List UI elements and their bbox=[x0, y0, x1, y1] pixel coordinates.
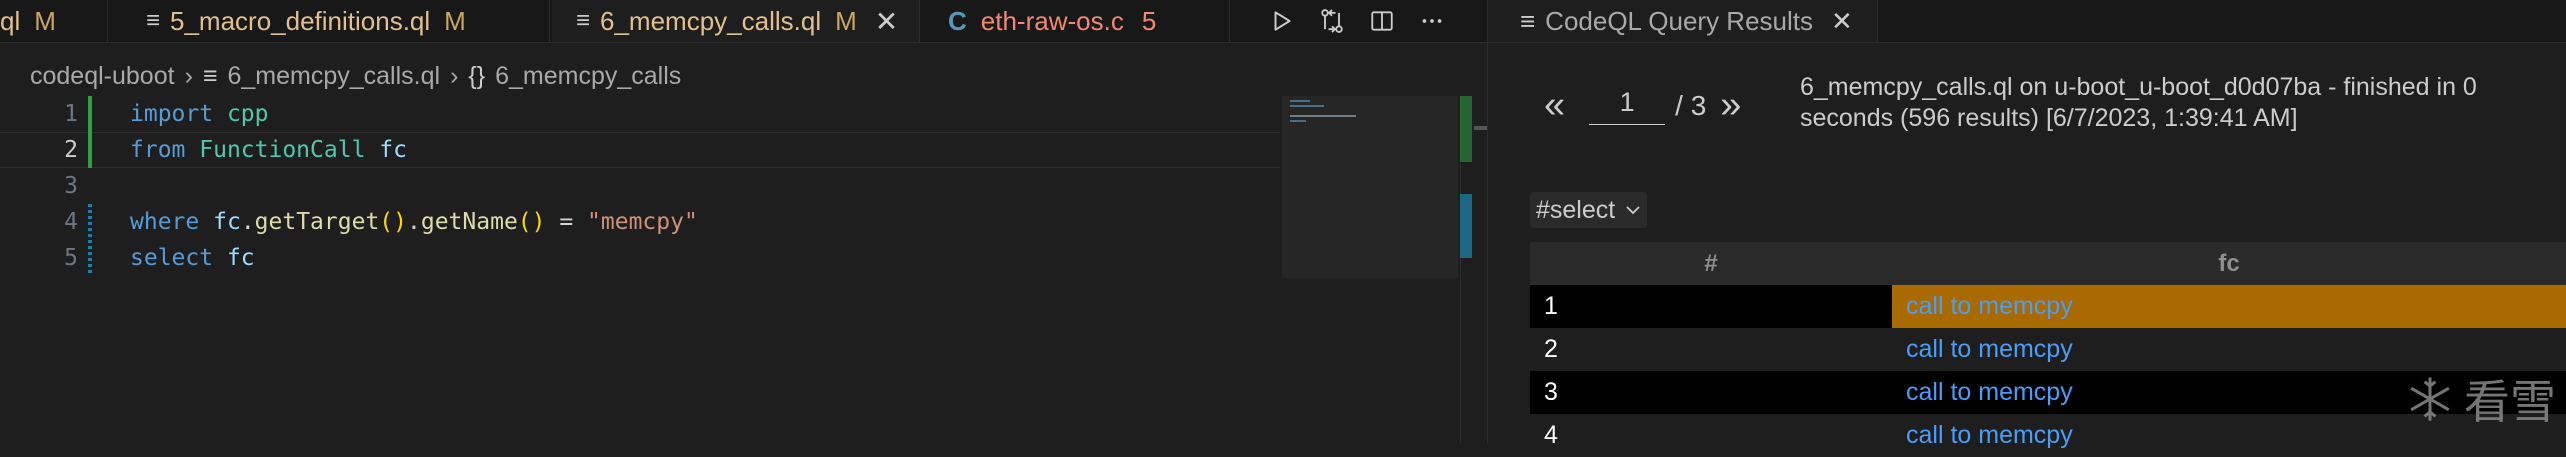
line-number: 5 bbox=[64, 245, 78, 271]
problems-count: 5 bbox=[1141, 5, 1157, 36]
file-lines-icon: ≡ bbox=[1520, 5, 1536, 36]
result-set-value: #select bbox=[1536, 195, 1616, 224]
result-link[interactable]: call to memcpy bbox=[1892, 285, 2566, 328]
tab-label: 5_macro_definitions.ql bbox=[170, 5, 431, 36]
breadcrumb: codeql-uboot › ≡ 6_memcpy_calls.ql › {} … bbox=[30, 58, 681, 94]
keyword: where bbox=[130, 209, 200, 235]
tab-label: 6_memcpy_calls.ql bbox=[600, 5, 822, 36]
results-tab-bar: ≡ CodeQL Query Results ✕ bbox=[1488, 0, 2566, 43]
modified-indicator: M bbox=[444, 5, 466, 36]
variable: fc bbox=[379, 137, 407, 163]
close-tab-icon[interactable]: ✕ bbox=[1831, 6, 1853, 37]
tab-previous-ql[interactable]: ql M bbox=[0, 0, 108, 42]
compare-changes-button[interactable] bbox=[1312, 0, 1352, 42]
close-tab-icon[interactable]: ✕ bbox=[875, 5, 898, 38]
tab-codeql-query-results[interactable]: ≡ CodeQL Query Results ✕ bbox=[1488, 0, 1878, 42]
chevron-down-icon bbox=[1625, 199, 1641, 222]
ellipsis-icon bbox=[1422, 19, 1442, 23]
next-page-button[interactable]: » bbox=[1720, 84, 1741, 127]
method-name: getTarget bbox=[254, 209, 380, 235]
keyword: import bbox=[130, 101, 214, 127]
string-literal: "memcpy" bbox=[587, 209, 698, 235]
snowflake-icon bbox=[2410, 377, 2450, 421]
tab-macro-definitions[interactable]: ≡ 5_macro_definitions.ql M bbox=[110, 0, 550, 42]
result-set-select[interactable]: #select bbox=[1530, 192, 1648, 228]
added-line-gutter bbox=[88, 96, 92, 132]
row-index: 4 bbox=[1544, 421, 1558, 449]
minimap-line bbox=[1290, 115, 1356, 117]
code-line-2[interactable]: 2 from FunctionCall fc bbox=[0, 132, 1280, 168]
more-actions-button[interactable] bbox=[1412, 0, 1452, 42]
code-line-4[interactable]: 4 where fc.getTarget().getName() = "memc… bbox=[0, 204, 1280, 240]
watermark-text: 看雪 bbox=[2464, 376, 2556, 428]
column-header-fc[interactable]: fc bbox=[1892, 242, 2566, 285]
line-number: 3 bbox=[64, 173, 78, 199]
table-row[interactable]: 1 call to memcpy bbox=[1530, 285, 2566, 328]
chevron-right-icon: › bbox=[184, 61, 193, 90]
editor-tab-bar: ql M ≡ 5_macro_definitions.ql M ≡ 6_memc… bbox=[0, 0, 1487, 43]
minimap-line bbox=[1290, 100, 1310, 102]
tab-memcpy-calls[interactable]: ≡ 6_memcpy_calls.ql M ✕ bbox=[552, 0, 920, 42]
tab-eth-raw-os[interactable]: C eth-raw-os.c 5 bbox=[922, 0, 1230, 42]
cursor-position-marker bbox=[1474, 126, 1488, 130]
breadcrumb-root[interactable]: codeql-uboot bbox=[30, 62, 175, 91]
query-summary: 6_memcpy_calls.ql on u-boot_u-boot_d0d07… bbox=[1800, 73, 2477, 132]
added-lines-marker bbox=[1460, 96, 1472, 162]
file-lines-icon: ≡ bbox=[202, 61, 218, 90]
split-editor-icon bbox=[1371, 11, 1393, 31]
line-number: 2 bbox=[64, 137, 78, 163]
code-editor[interactable]: 1 import cpp 2 from FunctionCall fc 3 4 … bbox=[0, 96, 1470, 444]
method-name: getName bbox=[420, 209, 518, 235]
editor-group: ql M ≡ 5_macro_definitions.ql M ≡ 6_memc… bbox=[0, 0, 1488, 444]
watermark: 看雪 bbox=[2404, 366, 2556, 432]
tab-label: eth-raw-os.c bbox=[980, 5, 1124, 36]
chevron-right-icon: › bbox=[450, 61, 459, 90]
modified-line-gutter bbox=[88, 240, 92, 276]
row-index: 1 bbox=[1544, 292, 1558, 320]
modified-indicator: M bbox=[835, 5, 857, 36]
codeql-results-panel: ≡ CodeQL Query Results ✕ « 1 / 3 » 6_mem… bbox=[1488, 0, 2566, 457]
variable: fc bbox=[213, 209, 241, 235]
results-pager: « 1 / 3 » bbox=[1544, 84, 1741, 127]
breadcrumb-file[interactable]: 6_memcpy_calls.ql bbox=[227, 62, 440, 91]
added-line-gutter bbox=[88, 132, 92, 168]
module-name: cpp bbox=[226, 101, 269, 127]
tab-label: ql bbox=[0, 5, 21, 36]
split-editor-button[interactable] bbox=[1362, 0, 1402, 42]
line-number: 1 bbox=[64, 101, 78, 127]
code-line-3[interactable]: 3 bbox=[0, 168, 1280, 204]
line-number: 4 bbox=[64, 209, 78, 235]
code-line-5[interactable]: 5 select fc bbox=[0, 240, 1280, 276]
minimap-line bbox=[1290, 105, 1324, 107]
page-total: / 3 bbox=[1675, 89, 1707, 121]
file-lines-icon: ≡ bbox=[576, 7, 591, 34]
modified-indicator: M bbox=[34, 5, 56, 36]
tab-label: CodeQL Query Results bbox=[1545, 5, 1813, 36]
result-link[interactable]: call to memcpy bbox=[1892, 328, 2566, 371]
column-header-index[interactable]: # bbox=[1530, 242, 1892, 285]
table-row[interactable]: 2 call to memcpy bbox=[1530, 328, 2566, 371]
code-line-1[interactable]: 1 import cpp bbox=[0, 96, 1280, 132]
table-header: # fc bbox=[1530, 242, 2566, 285]
row-index: 3 bbox=[1544, 378, 1558, 406]
minimap[interactable] bbox=[1282, 96, 1458, 278]
file-lines-icon: ≡ bbox=[146, 7, 161, 34]
breadcrumb-symbol[interactable]: 6_memcpy_calls bbox=[495, 62, 681, 91]
keyword: from bbox=[130, 137, 186, 163]
minimap-line bbox=[1290, 120, 1306, 122]
c-lang-icon: C bbox=[948, 5, 967, 36]
modified-line-gutter bbox=[88, 204, 92, 240]
previous-page-button[interactable]: « bbox=[1544, 84, 1565, 127]
row-index: 2 bbox=[1544, 335, 1558, 363]
git-compare-icon bbox=[1321, 9, 1343, 33]
variable: fc bbox=[226, 245, 255, 271]
page-number-input[interactable]: 1 bbox=[1589, 87, 1666, 125]
keyword: select bbox=[130, 245, 214, 271]
play-icon bbox=[1274, 11, 1291, 31]
run-query-button[interactable] bbox=[1262, 0, 1302, 42]
type-name: FunctionCall bbox=[199, 137, 366, 163]
symbol-braces-icon: {} bbox=[468, 61, 486, 90]
modified-lines-marker bbox=[1460, 194, 1472, 258]
